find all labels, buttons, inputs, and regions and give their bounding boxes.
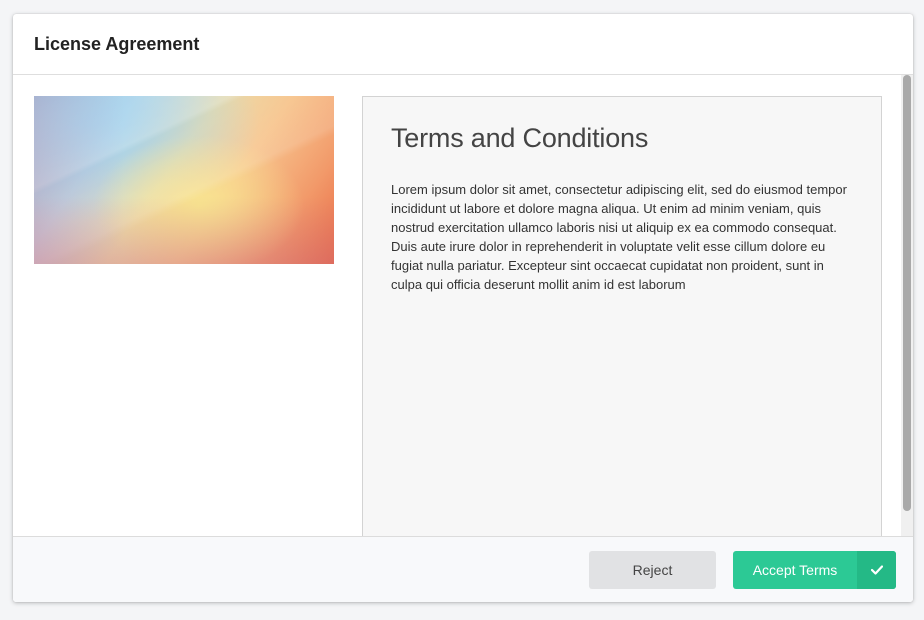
- scrollbar-thumb[interactable]: [903, 75, 911, 511]
- terms-panel: Terms and Conditions Lorem ipsum dolor s…: [362, 96, 882, 536]
- license-agreement-modal: License Agreement Terms and Conditions L…: [13, 14, 913, 602]
- checkmark-icon: [857, 551, 896, 589]
- modal-title: License Agreement: [34, 33, 200, 54]
- reject-button[interactable]: Reject: [589, 551, 716, 589]
- modal-scrollbar[interactable]: [901, 75, 913, 536]
- modal-content: Terms and Conditions Lorem ipsum dolor s…: [13, 75, 913, 536]
- accept-terms-button[interactable]: Accept Terms: [733, 551, 896, 589]
- modal-header: License Agreement: [13, 14, 913, 75]
- gradient-banner-image: [34, 96, 334, 264]
- accept-terms-label: Accept Terms: [752, 562, 838, 578]
- modal-footer: Reject Accept Terms: [13, 536, 913, 602]
- terms-body: Lorem ipsum dolor sit amet, consectetur …: [391, 182, 847, 292]
- terms-heading: Terms and Conditions: [391, 123, 649, 153]
